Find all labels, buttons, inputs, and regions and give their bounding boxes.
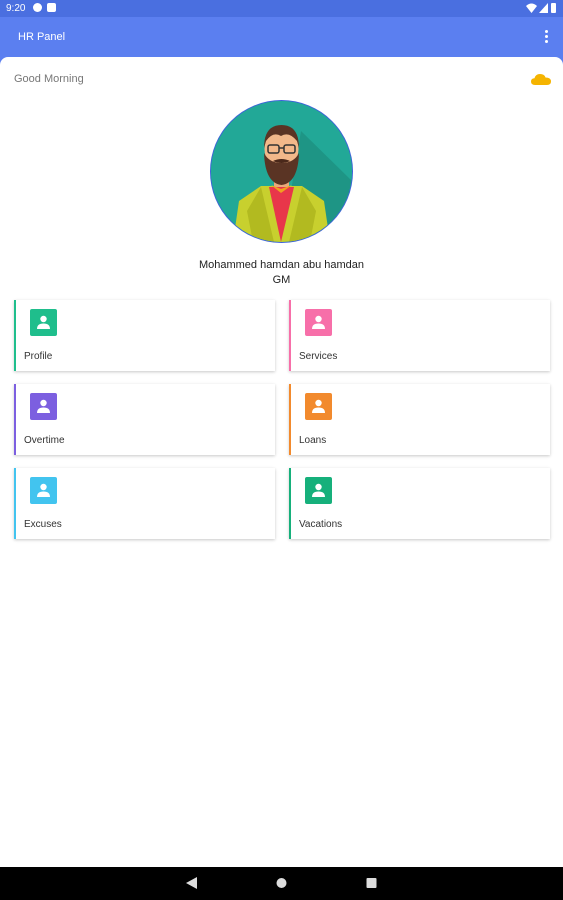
person-icon: [30, 309, 57, 336]
card-overtime[interactable]: Overtime: [14, 384, 275, 455]
card-loans[interactable]: Loans: [289, 384, 550, 455]
sd-card-icon: [47, 3, 56, 12]
person-icon: [30, 393, 57, 420]
app-notification-icon: [33, 3, 42, 12]
user-role: GM: [272, 274, 291, 286]
person-icon: [305, 309, 332, 336]
person-icon: [305, 393, 332, 420]
user-name: Mohammed hamdan abu hamdan: [198, 259, 365, 271]
status-time: 9:20: [6, 3, 26, 14]
person-icon: [30, 477, 57, 504]
back-icon[interactable]: [186, 877, 197, 889]
home-icon[interactable]: [276, 877, 287, 889]
user-avatar-illustration: [211, 101, 352, 242]
main-content: Good Morning Mohammed hamdan abu hamdan …: [0, 57, 563, 867]
card-label: Services: [299, 351, 338, 362]
recents-icon[interactable]: [366, 877, 377, 889]
card-label: Loans: [299, 435, 327, 446]
person-icon: [305, 477, 332, 504]
card-services[interactable]: Services: [289, 300, 550, 371]
app-title: HR Panel: [18, 31, 66, 43]
card-label: Profile: [24, 351, 53, 362]
avatar[interactable]: [211, 101, 352, 242]
battery-icon: [551, 3, 556, 13]
card-label: Overtime: [24, 435, 65, 446]
cloud-icon: [531, 74, 551, 85]
card-profile[interactable]: Profile: [14, 300, 275, 371]
card-label: Vacations: [299, 519, 343, 530]
navigation-bar: [0, 867, 563, 900]
wifi-icon: [526, 3, 537, 13]
status-bar: 9:20: [0, 0, 563, 17]
app-bar: HR Panel: [0, 17, 563, 57]
card-excuses[interactable]: Excuses: [14, 468, 275, 539]
card-label: Excuses: [24, 519, 62, 530]
more-options-icon[interactable]: [543, 29, 549, 45]
greeting-text: Good Morning: [14, 73, 84, 85]
signal-icon: [539, 3, 548, 13]
card-vacations[interactable]: Vacations: [289, 468, 550, 539]
